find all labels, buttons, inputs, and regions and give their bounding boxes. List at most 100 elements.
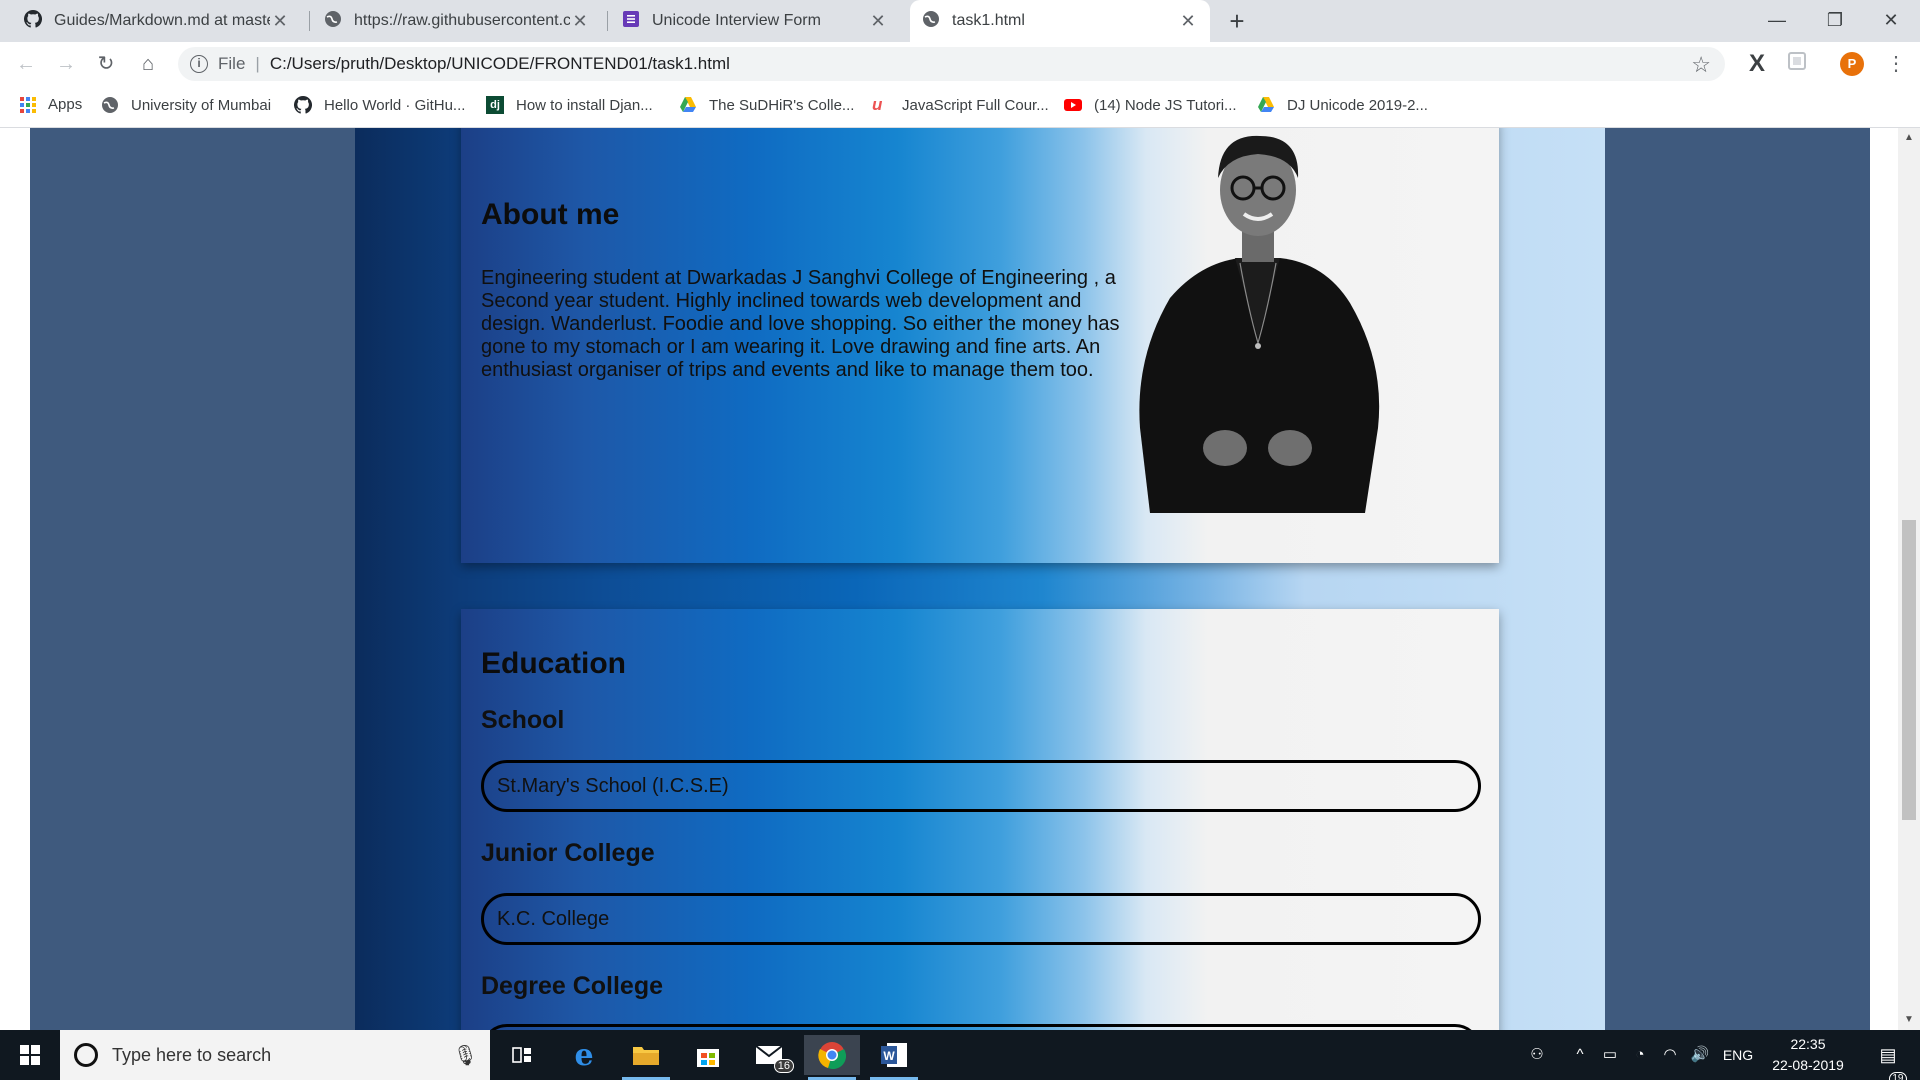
tab-divider	[309, 11, 310, 31]
bookmark-install-django[interactable]: dj How to install Djan...	[486, 96, 653, 114]
store-icon[interactable]	[680, 1035, 736, 1075]
wifi-icon[interactable]: ◠	[1658, 1030, 1682, 1080]
bookmark-label: DJ Unicode 2019-2...	[1287, 96, 1428, 114]
address-bar[interactable]: i File | C:/Users/pruth/Desktop/UNICODE/…	[178, 47, 1725, 81]
bookmark-hello-world-github[interactable]: Hello World · GitHu...	[293, 95, 466, 114]
forward-button[interactable]: →	[50, 48, 82, 80]
page-container: About me Engineering student at Dwarkada…	[355, 128, 1605, 1030]
close-window-button[interactable]: ✕	[1862, 0, 1920, 40]
school-label: School	[481, 706, 565, 734]
word-icon[interactable]: W	[866, 1035, 922, 1080]
google-drive-icon	[1257, 96, 1275, 114]
action-center-icon[interactable]: ▤ 19	[1866, 1030, 1910, 1080]
globe-icon	[324, 10, 342, 33]
profile-photo	[1139, 135, 1380, 513]
bookmark-dj-unicode[interactable]: DJ Unicode 2019-2...	[1257, 96, 1428, 114]
close-icon[interactable]: ✕	[270, 11, 290, 32]
microphone-icon[interactable]: 🎙	[453, 1043, 478, 1068]
github-icon	[23, 9, 43, 33]
task-view-icon[interactable]	[494, 1035, 550, 1075]
file-explorer-icon[interactable]	[618, 1035, 674, 1080]
scroll-down-icon[interactable]: ▼	[1902, 1014, 1916, 1025]
show-hidden-icons-icon[interactable]: ^	[1568, 1030, 1592, 1080]
about-text: Engineering student at Dwarkadas J Sangh…	[481, 267, 1120, 381]
bookmark-university-of-mumbai[interactable]: University of Mumbai	[101, 96, 271, 114]
junior-college-field[interactable]: K.C. College	[481, 893, 1481, 945]
google-drive-icon	[679, 96, 697, 114]
profile-avatar[interactable]: P	[1840, 52, 1864, 76]
udemy-icon: u	[872, 95, 883, 114]
tab-title: task1.html	[952, 12, 1025, 29]
close-icon[interactable]: ✕	[868, 11, 888, 32]
volume-icon[interactable]: 🔊	[1688, 1030, 1712, 1080]
bookmark-label: (14) Node JS Tutori...	[1094, 96, 1237, 114]
windows-logo-icon	[20, 1045, 40, 1065]
back-button[interactable]: ←	[10, 48, 42, 80]
cortana-icon	[74, 1043, 98, 1067]
about-heading: About me	[481, 198, 620, 231]
bookmark-star-icon[interactable]: ☆	[1691, 52, 1711, 78]
bookmark-label: JavaScript Full Cour...	[902, 96, 1049, 114]
url-text[interactable]: C:/Users/pruth/Desktop/UNICODE/FRONTEND0…	[270, 54, 730, 74]
globe-icon	[101, 96, 119, 114]
minimize-button[interactable]: —	[1748, 0, 1806, 40]
bookmark-javascript-course[interactable]: u JavaScript Full Cour...	[872, 96, 1049, 114]
mail-icon[interactable]: 16	[742, 1035, 798, 1075]
taskbar-search[interactable]: Type here to search 🎙	[60, 1030, 490, 1080]
url-separator: |	[255, 54, 260, 73]
tab-title: Unicode Interview Form	[652, 12, 821, 29]
menu-kebab-icon[interactable]: ⋮	[1886, 51, 1906, 77]
svg-text:W: W	[883, 1049, 895, 1063]
page-viewport: About me Engineering student at Dwarkada…	[0, 128, 1920, 1030]
tab-github-markdown[interactable]: Guides/Markdown.md at master ✕	[12, 0, 302, 42]
apps-icon	[20, 96, 36, 113]
mail-badge: 16	[773, 1059, 794, 1073]
globe-icon	[922, 10, 940, 33]
restore-button[interactable]: ❐	[1806, 0, 1864, 40]
scrollbar-thumb[interactable]	[1902, 520, 1916, 820]
education-card: Education School St.Mary's School (I.C.S…	[461, 609, 1499, 1030]
tab-divider	[607, 11, 608, 31]
clock-time: 22:35	[1790, 1036, 1826, 1052]
youtube-icon	[1064, 96, 1082, 114]
language-indicator[interactable]: ENG	[1718, 1030, 1758, 1080]
extension-box-icon[interactable]	[1784, 51, 1810, 77]
tab-task1-html[interactable]: task1.html ✕	[910, 0, 1210, 42]
scroll-up-icon[interactable]: ▲	[1902, 132, 1916, 143]
chrome-icon[interactable]	[804, 1035, 860, 1080]
browser-toolbar: ← → ↻ ⌂ i File | C:/Users/pruth/Desktop/…	[0, 42, 1920, 86]
people-icon[interactable]: ⚇	[1522, 1030, 1552, 1080]
tab-title: https://raw.githubusercontent.co	[354, 12, 570, 29]
bookmark-label: Hello World · GitHu...	[324, 96, 466, 114]
bookmarks-bar: Apps University of Mumbai Hello World · …	[0, 86, 1920, 128]
start-button[interactable]	[0, 1030, 60, 1080]
bookmark-label: University of Mumbai	[131, 96, 272, 114]
school-field[interactable]: St.Mary's School (I.C.S.E)	[481, 760, 1481, 812]
extension-x-icon[interactable]: X	[1744, 51, 1770, 77]
new-tab-button[interactable]: +	[1222, 6, 1252, 36]
clock-date: 22-08-2019	[1772, 1057, 1844, 1073]
tab-raw-githubusercontent[interactable]: https://raw.githubusercontent.co ✕	[312, 0, 602, 42]
notification-count: 19	[1889, 1072, 1907, 1080]
bookmark-label: How to install Djan...	[516, 96, 653, 114]
junior-college-label: Junior College	[481, 839, 655, 867]
github-icon	[293, 95, 313, 114]
url-scheme: File	[218, 54, 246, 73]
bookmark-node-js-tutorial[interactable]: (14) Node JS Tutori...	[1064, 96, 1237, 114]
reload-button[interactable]: ↻	[90, 48, 122, 80]
page-scrollbar[interactable]: ▲ ▼	[1898, 128, 1920, 1030]
bookmark-sudhirs-collection[interactable]: The SuDHiR's Colle...	[679, 96, 854, 114]
tab-unicode-interview-form[interactable]: Unicode Interview Form ✕	[610, 0, 900, 42]
info-icon[interactable]: i	[190, 55, 208, 73]
home-button[interactable]: ⌂	[132, 48, 164, 80]
network-icon[interactable]: ◔	[1628, 1030, 1652, 1080]
battery-icon[interactable]: ▭	[1598, 1030, 1622, 1080]
bookmark-label: The SuDHiR's Colle...	[709, 96, 855, 114]
edge-icon[interactable]: e	[556, 1035, 612, 1075]
close-icon[interactable]: ✕	[1178, 11, 1198, 32]
bookmark-apps[interactable]: Apps	[20, 96, 82, 113]
windows-taskbar: Type here to search 🎙 e 16 W ⚇ ^ ▭ ◔ ◠ 🔊…	[0, 1030, 1920, 1080]
taskbar-clock[interactable]: 22:35 22-08-2019	[1760, 1034, 1856, 1076]
tab-title: Guides/Markdown.md at master	[54, 12, 270, 29]
close-icon[interactable]: ✕	[570, 11, 590, 32]
